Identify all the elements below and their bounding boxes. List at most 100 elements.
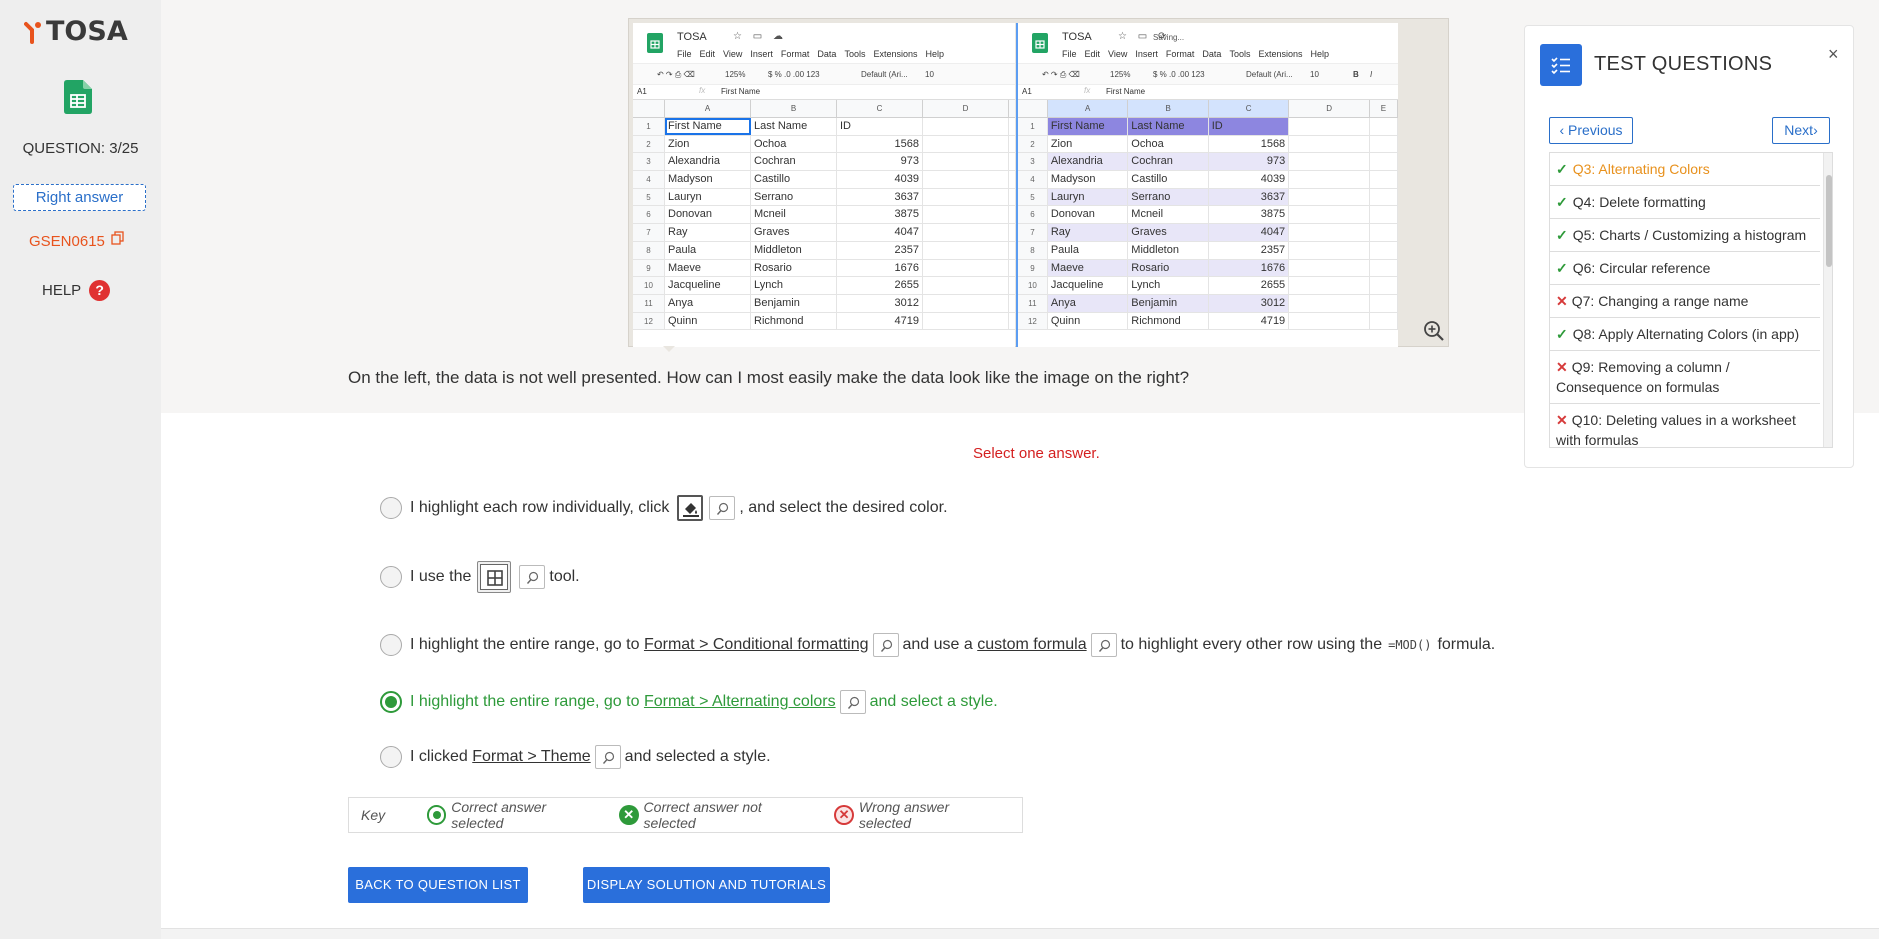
question-list-item[interactable]: ✓ Q6: Circular reference xyxy=(1550,252,1820,285)
sheet-toolbar: ↶ ↷ ⎙ ⌫ 125% $ % .0 .00 123 Default (Ari… xyxy=(633,63,1015,85)
answer-option-4[interactable]: I highlight the entire range, go to Form… xyxy=(380,690,998,714)
link-alternating-colors[interactable]: Format > Alternating colors xyxy=(644,693,836,711)
question-list-label: Q8: Apply Alternating Colors (in app) xyxy=(1572,326,1800,342)
question-list-scrollbar[interactable] xyxy=(1823,153,1832,447)
sheet-row: 5 Lauryn Serrano 3637 xyxy=(633,188,1015,207)
sheet-row: 6 Donovan Mcneil 3875 xyxy=(633,206,1015,225)
magnifier-button[interactable] xyxy=(519,565,546,589)
left-sidebar: TOSA QUESTION: 3/25 Right answer GSEN061… xyxy=(0,0,161,939)
undo-redo-icons: ↶ ↷ ⎙ ⌫ xyxy=(1042,70,1080,79)
previous-button[interactable]: ‹ Previous xyxy=(1549,117,1633,144)
question-list-item[interactable]: ✕ Q7: Changing a range name xyxy=(1550,285,1820,318)
magnifier-button[interactable] xyxy=(594,745,621,769)
question-list-label: Q6: Circular reference xyxy=(1572,260,1711,276)
question-list-item[interactable]: ✓ Q3: Alternating Colors xyxy=(1550,153,1820,186)
question-text: On the left, the data is not well presen… xyxy=(348,368,1190,387)
sheet-cell: Zion xyxy=(1048,135,1129,153)
radio-option-2[interactable] xyxy=(380,566,402,588)
radio-option-1[interactable] xyxy=(380,497,402,519)
copy-icon[interactable] xyxy=(111,230,125,245)
sheet-cell xyxy=(923,171,1009,188)
magnifier-button[interactable] xyxy=(1090,633,1117,657)
row-number: 8 xyxy=(1018,241,1048,259)
display-solution-button[interactable]: DISPLAY SOLUTION AND TUTORIALS xyxy=(583,867,830,903)
magnifier-button[interactable] xyxy=(839,690,866,714)
magnifier-button[interactable] xyxy=(709,496,736,520)
magnifier-button[interactable] xyxy=(872,633,899,657)
menu-tools: Tools xyxy=(844,49,866,59)
row-number: 3 xyxy=(633,153,665,171)
sheet-cell: Middleton xyxy=(751,241,837,259)
check-icon: ✓ xyxy=(1556,161,1568,177)
question-list-label: Q9: Removing a column / Consequence on f… xyxy=(1556,359,1730,395)
question-list-item[interactable]: ✓ Q4: Delete formatting xyxy=(1550,186,1820,219)
sheet-cell: Rosario xyxy=(751,259,837,277)
sheet-cell: 2655 xyxy=(1209,277,1290,294)
next-button[interactable]: Next› xyxy=(1772,117,1830,144)
key-correct-not-selected-text: Correct answer not selected xyxy=(643,799,762,831)
question-list-label: Q10: Deleting values in a worksheet with… xyxy=(1556,412,1796,448)
sheet-row: 5 Lauryn Serrano 3637 xyxy=(1018,188,1398,207)
link-format-theme[interactable]: Format > Theme xyxy=(472,748,590,766)
row-number: 3 xyxy=(1018,153,1048,171)
menu-data: Data xyxy=(1202,49,1222,59)
sheet-cell xyxy=(923,259,1009,277)
sheet-cell xyxy=(1370,224,1398,241)
help-link[interactable]: HELP ? xyxy=(42,280,111,301)
sheet-cell xyxy=(1370,241,1398,259)
zoom-level: 125% xyxy=(725,70,746,79)
question-list-item[interactable]: ✕ Q10: Deleting values in a worksheet wit… xyxy=(1550,404,1820,448)
question-list-item[interactable]: ✓ Q8: Apply Alternating Colors (in app) xyxy=(1550,318,1820,351)
answer-option-1[interactable]: I highlight each row individually, click… xyxy=(380,495,948,521)
sheet-cell xyxy=(923,118,1009,135)
cell-ref: A1 xyxy=(637,87,647,96)
answer-2-pre: I use the xyxy=(410,568,472,585)
menu-file: File xyxy=(1062,49,1077,59)
sheet-cell: Ray xyxy=(665,224,751,241)
menu-data: Data xyxy=(817,49,837,59)
sheet-cell xyxy=(1289,171,1370,188)
radio-option-5[interactable] xyxy=(380,746,402,768)
sheet-cell: Middleton xyxy=(1128,241,1209,259)
row-number: 2 xyxy=(633,135,665,153)
question-list[interactable]: ✓ Q3: Alternating Colors ✓ Q4: Delete forma… xyxy=(1549,152,1833,448)
row-number: 12 xyxy=(1018,312,1048,330)
sheet-row: 12 Quinn Richmond 4719 xyxy=(1018,312,1398,331)
sheet-cell: Ray xyxy=(1047,224,1129,241)
answer-key-legend: Key Correct answer selected ✕ Correct an… xyxy=(348,797,1023,833)
menu-view: View xyxy=(1108,49,1128,59)
question-list-label: Q4: Delete formatting xyxy=(1572,194,1706,210)
zoom-in-icon[interactable] xyxy=(1423,320,1445,342)
google-sheets-icon xyxy=(64,80,92,119)
close-icon[interactable]: × xyxy=(1828,44,1839,65)
scrollbar-thumb[interactable] xyxy=(1826,175,1832,267)
col-d: D xyxy=(1289,100,1370,117)
menu-format: Format xyxy=(780,49,810,59)
back-to-question-list-button[interactable]: BACK TO QUESTION LIST xyxy=(348,867,528,903)
radio-option-3[interactable] xyxy=(380,634,402,656)
answer-4-pre: I highlight the entire range, go to xyxy=(410,693,640,710)
sheet-row: 3 Alexandria Cochran 973 xyxy=(633,153,1015,172)
cross-icon: ✕ xyxy=(1556,359,1568,375)
help-question-icon[interactable]: ? xyxy=(89,280,111,301)
formula-value: First Name xyxy=(721,87,761,96)
sheet-row: 11 Anya Benjamin 3012 xyxy=(1018,294,1398,313)
answer-4-post: and select a style. xyxy=(869,693,998,710)
question-list-item[interactable]: ✕ Q9: Removing a column / Consequence on … xyxy=(1550,351,1820,404)
formula-bar: A1 fx First Name xyxy=(633,85,1015,100)
sheet-cell: Jacqueline xyxy=(665,277,751,294)
check-icon: ✓ xyxy=(1556,260,1568,276)
sheet-cell: Donovan xyxy=(665,206,751,224)
sheet-cell: Benjamin xyxy=(751,294,837,312)
sheet-cell: 3875 xyxy=(837,206,923,224)
footer-divider xyxy=(161,928,1879,939)
link-conditional-formatting[interactable]: Format > Conditional formatting xyxy=(644,636,869,654)
radio-option-4-selected[interactable] xyxy=(380,691,402,713)
answer-option-3[interactable]: I highlight the entire range, go to Form… xyxy=(380,633,1495,657)
col-a: A xyxy=(665,100,751,117)
answer-option-2[interactable]: I use the tool. xyxy=(380,561,580,593)
sheet-row: 2 Zion Ochoa 1568 xyxy=(1018,135,1398,154)
question-list-item[interactable]: ✓ Q5: Charts / Customizing a histogram xyxy=(1550,219,1820,252)
link-custom-formula[interactable]: custom formula xyxy=(977,636,1086,654)
answer-option-5[interactable]: I clicked Format > Theme and selected a … xyxy=(380,745,771,769)
